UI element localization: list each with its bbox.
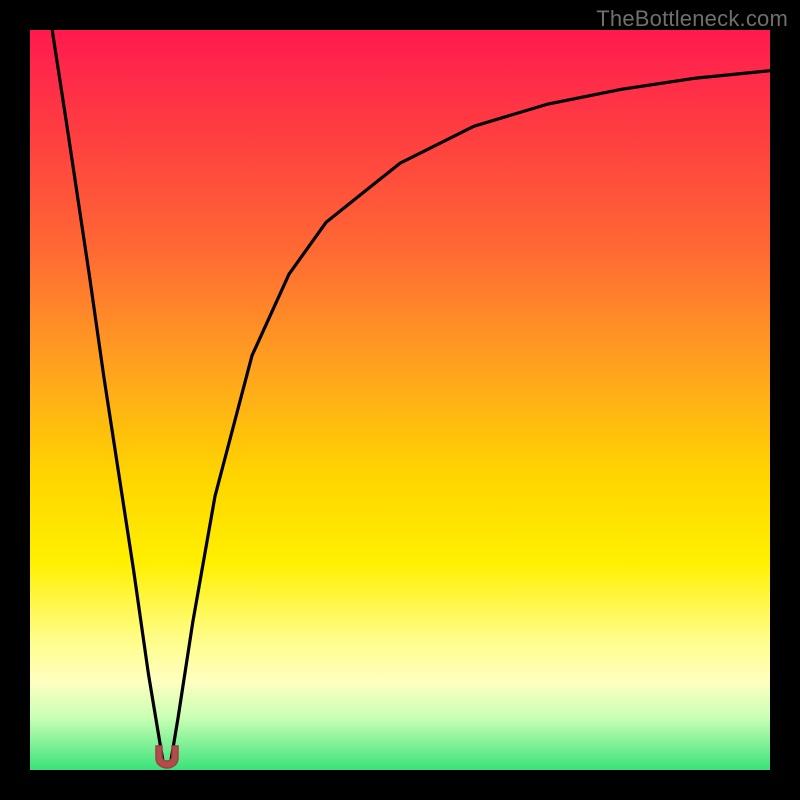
- minimum-marker-icon: [152, 744, 182, 770]
- bottleneck-curve: [52, 30, 770, 763]
- curve-layer: [30, 30, 770, 770]
- plot-area: [30, 30, 770, 770]
- watermark-text: TheBottleneck.com: [596, 6, 788, 32]
- chart-frame: TheBottleneck.com: [0, 0, 800, 800]
